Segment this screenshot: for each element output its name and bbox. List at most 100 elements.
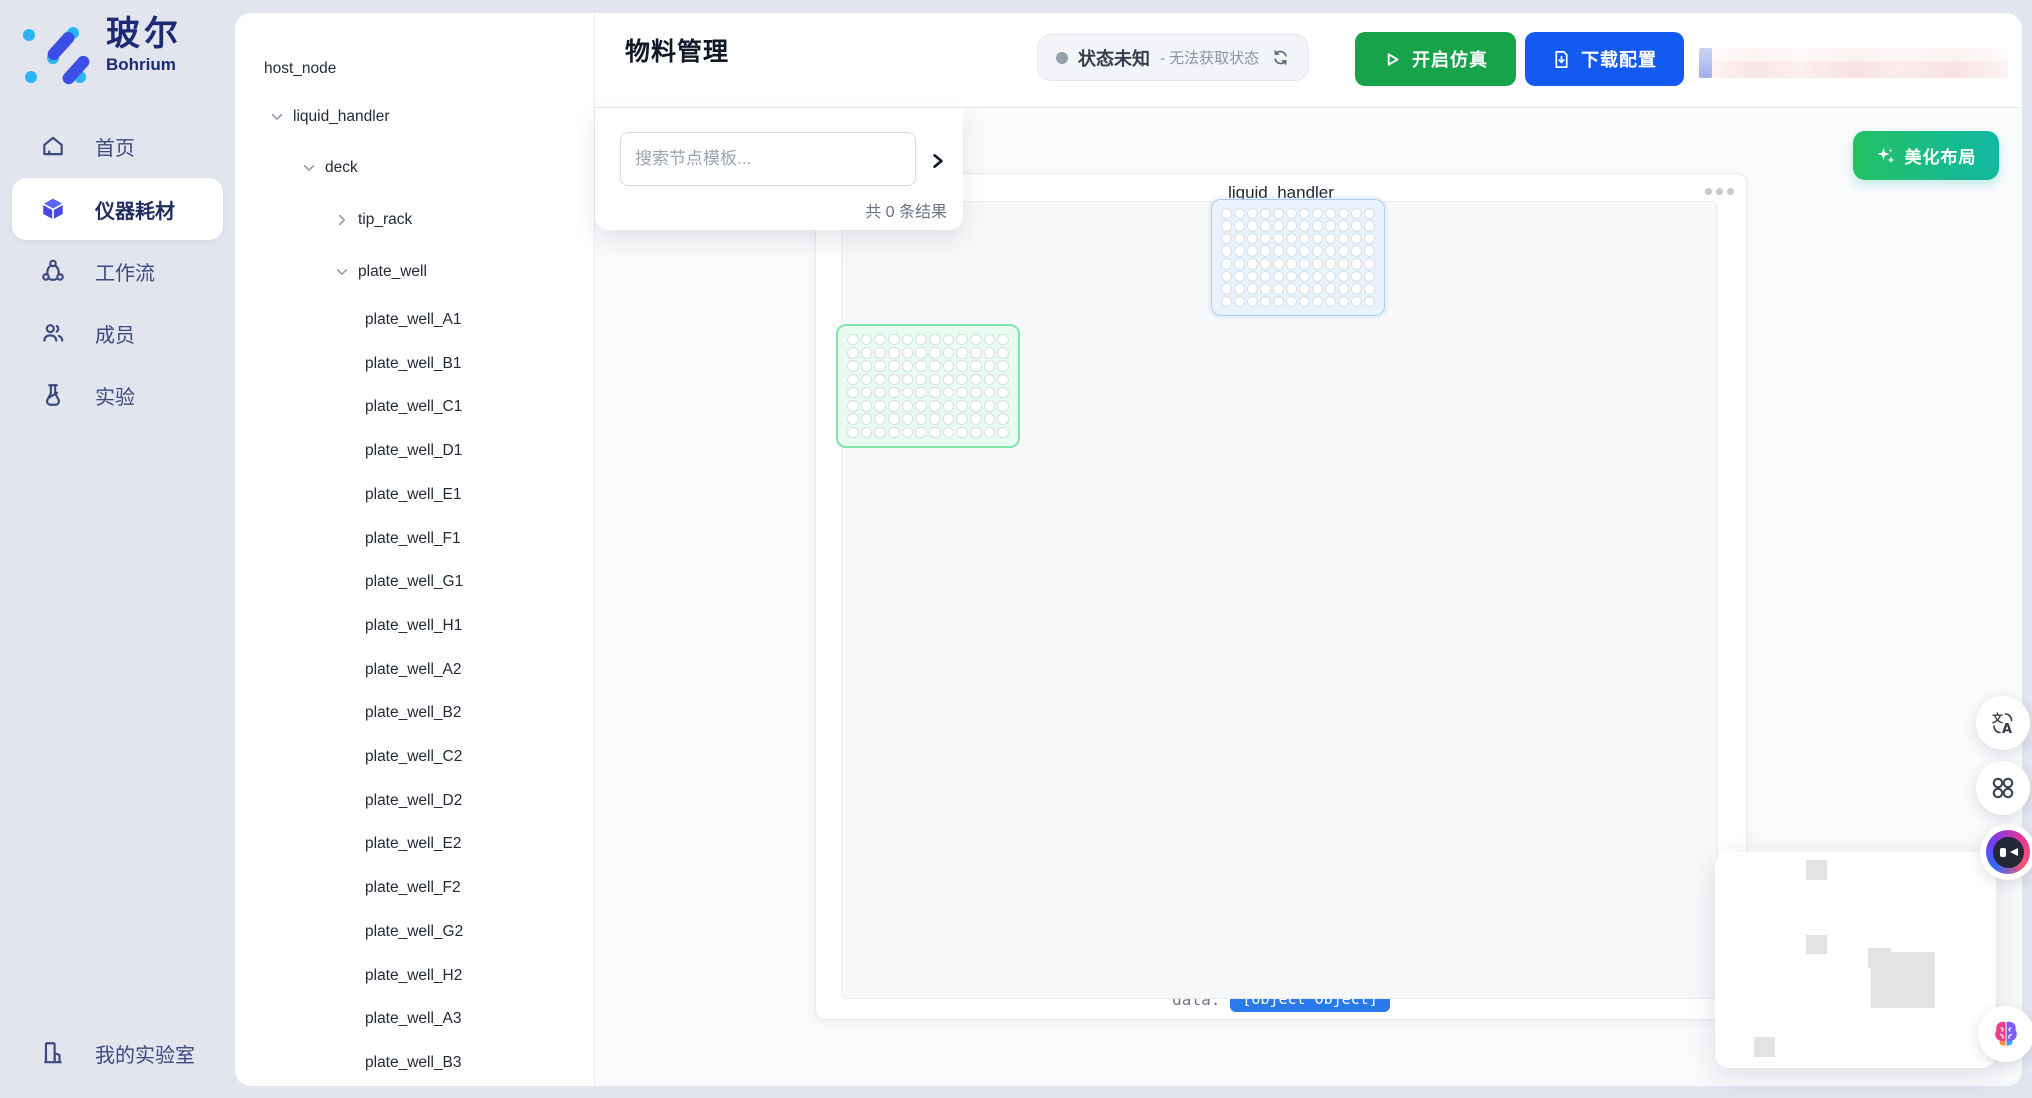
well [1260,233,1272,245]
well [1338,245,1350,257]
play-icon [1383,50,1402,69]
well [970,400,982,412]
svg-text:A: A [2002,722,2012,736]
sidebar-item-label: 我的实验室 [95,1039,195,1068]
refresh-icon[interactable] [1271,48,1290,67]
bohrium-logo-icon [20,16,90,86]
well [956,360,968,372]
apps-tool-button[interactable] [1976,761,2030,815]
well [943,427,955,439]
well [956,347,968,359]
tree-item-plate_well_B2[interactable]: plate_well_B2 [365,697,462,729]
tree-item-deck[interactable]: deck [302,152,358,184]
well [1260,258,1272,270]
search-input[interactable] [620,132,916,186]
well [997,347,1009,359]
well [1247,283,1259,295]
beautify-layout-button[interactable]: 美化布局 [1853,131,1999,180]
well [861,400,873,412]
sidebar-item-home[interactable]: 首页 [0,115,235,177]
page-header: 物料管理 状态未知 - 无法获取状态 开启仿真 下载配置 [595,13,2022,108]
well [847,427,859,439]
well [984,334,996,346]
sidebar-item-workflow[interactable]: 工作流 [0,240,235,302]
tree-item-plate_well_H2[interactable]: plate_well_H2 [365,960,462,992]
tree-item-plate_well[interactable]: plate_well [335,256,427,288]
search-result-count: 共 0 条结果 [865,198,947,222]
tip-rack-plate[interactable] [1211,199,1385,316]
well [970,334,982,346]
well [847,347,859,359]
well [1260,296,1272,308]
tree-item-plate_well_G1[interactable]: plate_well_G1 [365,566,463,598]
well [1234,233,1246,245]
well [1286,233,1298,245]
tree-item-plate_well_H1[interactable]: plate_well_H1 [365,610,462,642]
well [1351,271,1363,283]
ai-assistant-button[interactable] [1980,824,2032,880]
download-config-button[interactable]: 下载配置 [1525,32,1684,86]
well [902,387,914,399]
tree-item-plate_well_C1[interactable]: plate_well_C1 [365,391,462,423]
well [984,387,996,399]
brand-name-cn: 玻尔 [106,16,182,53]
well [956,413,968,425]
sidebar-item-members[interactable]: 成员 [0,302,235,364]
well [929,334,941,346]
tree-item-plate_well_G2[interactable]: plate_well_G2 [365,916,463,948]
tree-item-plate_well_E1[interactable]: plate_well_E1 [365,479,462,511]
well [1273,296,1285,308]
tree-item-tip_rack[interactable]: tip_rack [335,204,412,236]
tree-item-plate_well_E2[interactable]: plate_well_E2 [365,828,462,860]
tree-item-plate_well_A2[interactable]: plate_well_A2 [365,654,462,686]
tree-item-plate_well_F1[interactable]: plate_well_F1 [365,523,461,555]
tree-item-plate_well_A3[interactable]: plate_well_A3 [365,1003,462,1035]
well [1299,283,1311,295]
node-menu-icon[interactable] [1705,188,1734,195]
tree-item-plate_well_D2[interactable]: plate_well_D2 [365,785,462,817]
tree-item-liquid_handler[interactable]: liquid_handler [270,101,390,133]
sidebar-item-my-lab[interactable]: 我的实验室 [0,1022,235,1084]
well [1247,296,1259,308]
plate-well-plate[interactable] [836,324,1020,448]
chevron-down-icon[interactable] [335,265,349,279]
sidebar-item-label: 成员 [95,319,135,348]
well [1351,245,1363,257]
tree-item-plate_well_C2[interactable]: plate_well_C2 [365,741,462,773]
chevron-down-icon[interactable] [302,161,316,175]
well [861,360,873,372]
sidebar-item-instruments[interactable]: 仪器耗材 [0,178,235,240]
start-simulation-button[interactable]: 开启仿真 [1355,32,1516,86]
well [1364,220,1376,232]
tree-item-plate_well_F2[interactable]: plate_well_F2 [365,872,461,904]
well [1247,258,1259,270]
tree-item-plate_well_B1[interactable]: plate_well_B1 [365,348,462,380]
deck-node[interactable] [841,201,1718,999]
page-title: 物料管理 [625,32,729,68]
minimap-panel[interactable] [1715,852,1996,1068]
well [1312,233,1324,245]
tree-item-plate_well_A1[interactable]: plate_well_A1 [365,304,462,336]
well [915,427,927,439]
chevron-down-icon[interactable] [270,110,284,124]
tree-item-label: plate_well_F1 [365,530,461,548]
tree-item-host_node[interactable]: host_node [264,53,336,85]
well [997,400,1009,412]
well [984,413,996,425]
chevron-right-icon[interactable] [335,213,349,227]
well [943,374,955,386]
well [874,360,886,372]
well [1338,208,1350,220]
search-collapse-chevron-icon[interactable] [925,148,951,174]
well [874,347,886,359]
tree-item-plate_well_D1[interactable]: plate_well_D1 [365,435,462,467]
well [1260,208,1272,220]
start-simulation-label: 开启仿真 [1412,46,1488,72]
well [888,374,900,386]
ai-brain-button[interactable] [1978,1006,2032,1062]
well [997,374,1009,386]
sidebar-item-experiments[interactable]: 实验 [0,364,235,426]
tree-item-plate_well_B3[interactable]: plate_well_B3 [365,1047,462,1079]
experiment-icon [40,382,66,408]
translate-tool-button[interactable]: 文A [1976,696,2030,750]
